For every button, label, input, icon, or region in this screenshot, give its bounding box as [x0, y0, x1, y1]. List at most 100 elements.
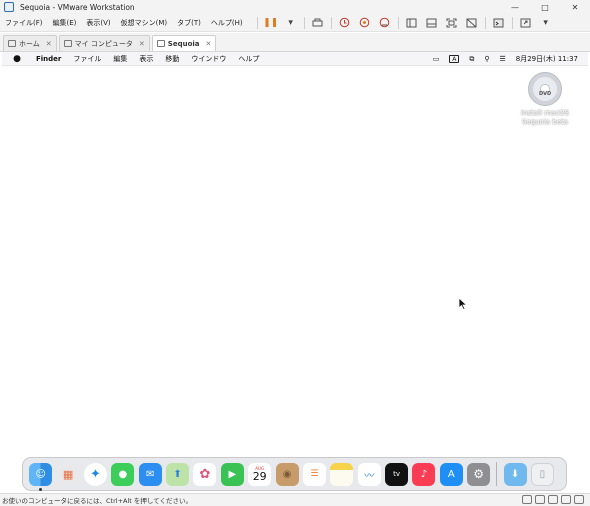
menubar-clock[interactable]: 8月29日(木) 11:37: [516, 54, 578, 64]
toolbar-separator: [511, 16, 513, 29]
menu-file[interactable]: ファイル(F): [0, 18, 48, 28]
window-title: Sequoia - VMware Workstation: [20, 2, 135, 12]
reminders-icon[interactable]: ☰: [302, 462, 326, 486]
close-tab-icon[interactable]: ✕: [139, 40, 145, 48]
macos-menubar: ● Finder ファイル 編集 表示 移動 ウインドウ ヘルプ ▭ A ⧉ ⚲…: [2, 52, 588, 66]
computer-icon: [63, 40, 72, 47]
apple-menu-icon[interactable]: ●: [12, 54, 22, 64]
mac-menu-help[interactable]: ヘルプ: [232, 54, 265, 64]
tab-label: Sequoia: [167, 39, 200, 48]
launchpad-icon[interactable]: ▦: [56, 462, 80, 486]
full-screen-icon[interactable]: [444, 16, 460, 30]
unity-icon[interactable]: [464, 16, 480, 30]
snapshot-manager-icon[interactable]: [377, 16, 393, 30]
macos-dock: ☺ ▦ ✦ ● ✉ ⬆ ✿ ▶ AUG 29 ◉ ☰ 〰 tv ♪ A ⚙ ⬇ …: [22, 457, 567, 491]
photos-icon[interactable]: ✿: [193, 462, 217, 486]
vmware-app-icon: [4, 2, 14, 12]
console-view-icon[interactable]: [491, 16, 507, 30]
mac-menu-edit[interactable]: 編集: [107, 54, 133, 64]
network-adapter-icon[interactable]: [548, 495, 558, 504]
input-source-icon[interactable]: A: [449, 55, 460, 63]
control-center-icon[interactable]: ☰: [499, 55, 505, 63]
video-camera-icon[interactable]: ▭: [433, 55, 440, 63]
vmware-menubar: ファイル(F) 編集(E) 表示(V) 仮想マシン(M) タブ(T) ヘルプ(H…: [0, 14, 590, 32]
revert-snapshot-icon[interactable]: [357, 16, 373, 30]
mac-menu-file[interactable]: ファイル: [67, 54, 107, 64]
facetime-icon[interactable]: ▶: [220, 462, 244, 486]
mouse-cursor-icon: [459, 298, 467, 310]
thumbnail-bar-icon[interactable]: [424, 16, 440, 30]
menu-view[interactable]: 表示(V): [81, 18, 115, 28]
dock-separator: [496, 462, 498, 486]
status-bar: お使いのコンピュータに戻るには、Ctrl+Alt を押してください。: [0, 493, 590, 506]
mac-menu-window[interactable]: ウインドウ: [185, 54, 232, 64]
toolbar-separator: [484, 16, 486, 29]
spotlight-search-icon[interactable]: ⚲: [484, 55, 489, 63]
tab-home[interactable]: ホーム ✕: [3, 35, 57, 51]
menu-help[interactable]: ヘルプ(H): [206, 18, 248, 28]
messages-icon[interactable]: ●: [111, 462, 135, 486]
tab-sequoia[interactable]: Sequoia ✕: [151, 35, 217, 51]
tab-my-computer[interactable]: マイ コンピュータ ✕: [58, 35, 150, 51]
macos-desktop[interactable]: DVD Install macOS Sequoia beta: [2, 66, 588, 492]
menu-vm[interactable]: 仮想マシン(M): [116, 18, 173, 28]
notes-icon[interactable]: [330, 462, 354, 486]
maximize-button[interactable]: □: [530, 0, 560, 14]
mail-icon[interactable]: ✉: [138, 462, 162, 486]
close-button[interactable]: ✕: [560, 0, 590, 14]
dvd-disc-text: DVD: [539, 91, 552, 97]
usb-icon[interactable]: [561, 495, 571, 504]
mac-status-area: ▭ A ⧉ ⚲ ☰ 8月29日(木) 11:37: [423, 52, 578, 66]
display-icon[interactable]: [574, 495, 584, 504]
stretch-guest-icon[interactable]: [518, 16, 534, 30]
system-settings-icon[interactable]: ⚙: [467, 462, 491, 486]
cd-dvd-icon[interactable]: [535, 495, 545, 504]
hard-disk-icon[interactable]: [522, 495, 532, 504]
tab-bar: ホーム ✕ マイ コンピュータ ✕ Sequoia ✕: [0, 33, 590, 52]
menu-tabs[interactable]: タブ(T): [172, 18, 206, 28]
toolbar-separator: [330, 16, 332, 29]
maps-icon[interactable]: ⬆: [166, 462, 190, 486]
power-dropdown-icon[interactable]: ▾: [283, 16, 299, 30]
minimize-button[interactable]: —: [500, 0, 530, 14]
mac-menu-finder[interactable]: Finder: [30, 55, 67, 63]
toolbar-separator: [303, 16, 305, 29]
toolbar-separator: [256, 16, 258, 29]
menu-edit[interactable]: 編集(E): [48, 18, 82, 28]
device-status-icons: [519, 495, 584, 504]
snapshot-icon[interactable]: [337, 16, 353, 30]
install-disk-item[interactable]: DVD Install macOS Sequoia beta: [516, 72, 574, 127]
pause-icon[interactable]: ❚❚: [263, 16, 279, 30]
install-disk-label-line1: Install macOS: [520, 109, 570, 117]
close-tab-icon[interactable]: ✕: [206, 40, 212, 48]
mac-menu-view[interactable]: 表示: [133, 54, 159, 64]
safari-icon[interactable]: ✦: [83, 462, 107, 486]
music-icon[interactable]: ♪: [412, 462, 436, 486]
downloads-folder-icon[interactable]: ⬇: [503, 462, 527, 486]
calendar-icon[interactable]: AUG 29: [248, 462, 272, 486]
contacts-icon[interactable]: ◉: [275, 462, 299, 486]
calendar-day: 29: [252, 469, 267, 483]
send-ctrl-alt-del-icon[interactable]: [310, 16, 326, 30]
tab-label: マイ コンピュータ: [74, 39, 133, 48]
toolbar-separator: [397, 16, 399, 29]
apple-tv-icon[interactable]: tv: [385, 462, 409, 486]
app-store-icon[interactable]: A: [439, 462, 463, 486]
library-icon[interactable]: [404, 16, 420, 30]
install-disk-label: Install macOS Sequoia beta: [521, 109, 569, 127]
trash-icon[interactable]: ▯: [530, 462, 554, 486]
install-disk-label-line2: Sequoia beta: [521, 118, 569, 126]
close-tab-icon[interactable]: ✕: [46, 40, 52, 48]
tab-label: ホーム: [19, 39, 40, 48]
status-text: お使いのコンピュータに戻るには、Ctrl+Alt を押してください。: [2, 497, 192, 505]
freeform-icon[interactable]: 〰: [357, 462, 381, 486]
stretch-dropdown-icon[interactable]: ▾: [538, 16, 554, 30]
mac-menu-go[interactable]: 移動: [159, 54, 185, 64]
toolbar: ❚❚ ▾ ▾: [254, 16, 556, 30]
screen-mirroring-icon[interactable]: ⧉: [469, 55, 474, 64]
vm-icon: [156, 40, 165, 47]
home-icon: [8, 40, 16, 47]
dvd-disk-icon: DVD: [528, 72, 562, 106]
title-bar: Sequoia - VMware Workstation — □ ✕: [0, 0, 590, 14]
finder-icon[interactable]: ☺: [29, 462, 53, 491]
